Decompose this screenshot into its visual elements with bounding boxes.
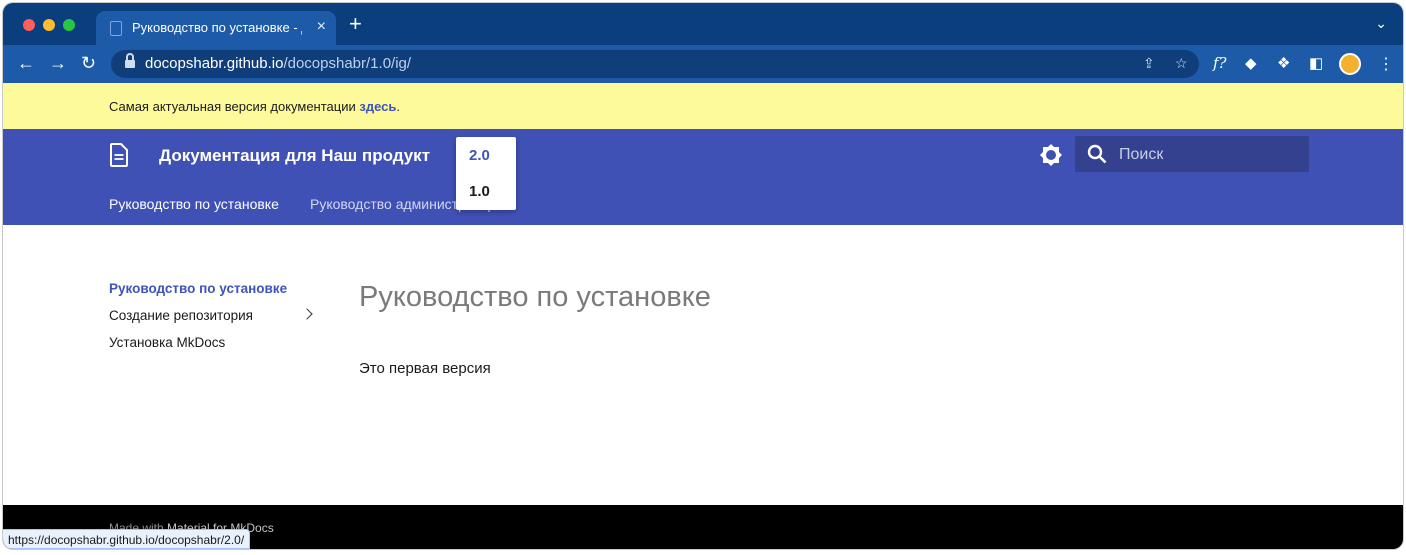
version-option-2-0[interactable]: 2.0 (469, 147, 490, 164)
search-input[interactable]: Поиск (1075, 136, 1309, 172)
browser-toolbar: ← → ↻ docopshabr.github.io/docopshabr/1.… (3, 45, 1403, 83)
close-window-button[interactable] (23, 19, 35, 31)
menu-icon[interactable]: ⋮ (1378, 54, 1394, 74)
search-icon (1087, 144, 1107, 164)
sidepanel-icon[interactable]: ◧ (1309, 54, 1323, 72)
tab-strip: Руководство по установке - Документация … (3, 3, 1403, 45)
version-option-1-0[interactable]: 1.0 (469, 183, 490, 200)
site-header: Документация для Наш продукт Поиск Руков… (3, 129, 1403, 225)
diamond-extension-icon[interactable]: ◆ (1245, 54, 1257, 72)
banner-link[interactable]: здесь (359, 99, 396, 114)
page-title: Руководство по установке (359, 281, 711, 313)
browser-window: Руководство по установке - Документация … (3, 3, 1403, 549)
sidebar-item-installation-guide[interactable]: Руководство по установке (109, 281, 287, 296)
page-paragraph: Это первая версия (359, 360, 491, 377)
search-placeholder: Поиск (1119, 146, 1164, 163)
browser-tab[interactable]: Руководство по установке - Документация … (96, 11, 336, 45)
version-selector-menu: 2.0 1.0 (456, 137, 516, 210)
sidebar-item-install-mkdocs[interactable]: Установка MkDocs (109, 335, 225, 350)
sidebar-item-create-repository[interactable]: Создание репозитория (109, 308, 253, 323)
document-icon (110, 21, 122, 36)
link-status-url: https://docopshabr.github.io/docopshabr/… (3, 529, 251, 549)
back-button[interactable]: ← (17, 53, 35, 73)
tab-close-button[interactable]: × (317, 18, 326, 36)
url-text: docopshabr.github.io/docopshabr/1.0/ig/ (145, 55, 412, 72)
tab-title: Руководство по установке - Документация … (132, 20, 302, 35)
site-title[interactable]: Документация для Наш продукт (159, 146, 430, 166)
star-icon[interactable]: ☆ (1175, 55, 1188, 72)
address-bar[interactable]: docopshabr.github.io/docopshabr/1.0/ig/ … (111, 50, 1199, 78)
forward-button[interactable]: → (49, 53, 67, 73)
palette-icon[interactable] (1039, 143, 1063, 167)
banner-text: Самая актуальная версия документации зде… (109, 99, 400, 114)
maximize-window-button[interactable] (63, 19, 75, 31)
share-icon[interactable]: ⇪ (1143, 55, 1155, 72)
reload-button[interactable]: ↻ (81, 53, 96, 73)
document-icon[interactable] (109, 143, 129, 167)
extension-icon[interactable]: ❖ (1277, 54, 1290, 72)
tab-search-icon[interactable]: ⌄ (1375, 15, 1387, 32)
formula-extension-icon[interactable]: f? (1213, 54, 1227, 72)
lock-icon (125, 53, 135, 69)
minimize-window-button[interactable] (43, 19, 55, 31)
chevron-right-icon[interactable] (301, 308, 313, 320)
tab-installation-guide[interactable]: Руководство по установке (109, 196, 279, 212)
announcement-banner: Самая актуальная версия документации зде… (3, 83, 1403, 129)
avatar[interactable] (1339, 53, 1361, 75)
new-tab-button[interactable]: + (349, 13, 362, 35)
